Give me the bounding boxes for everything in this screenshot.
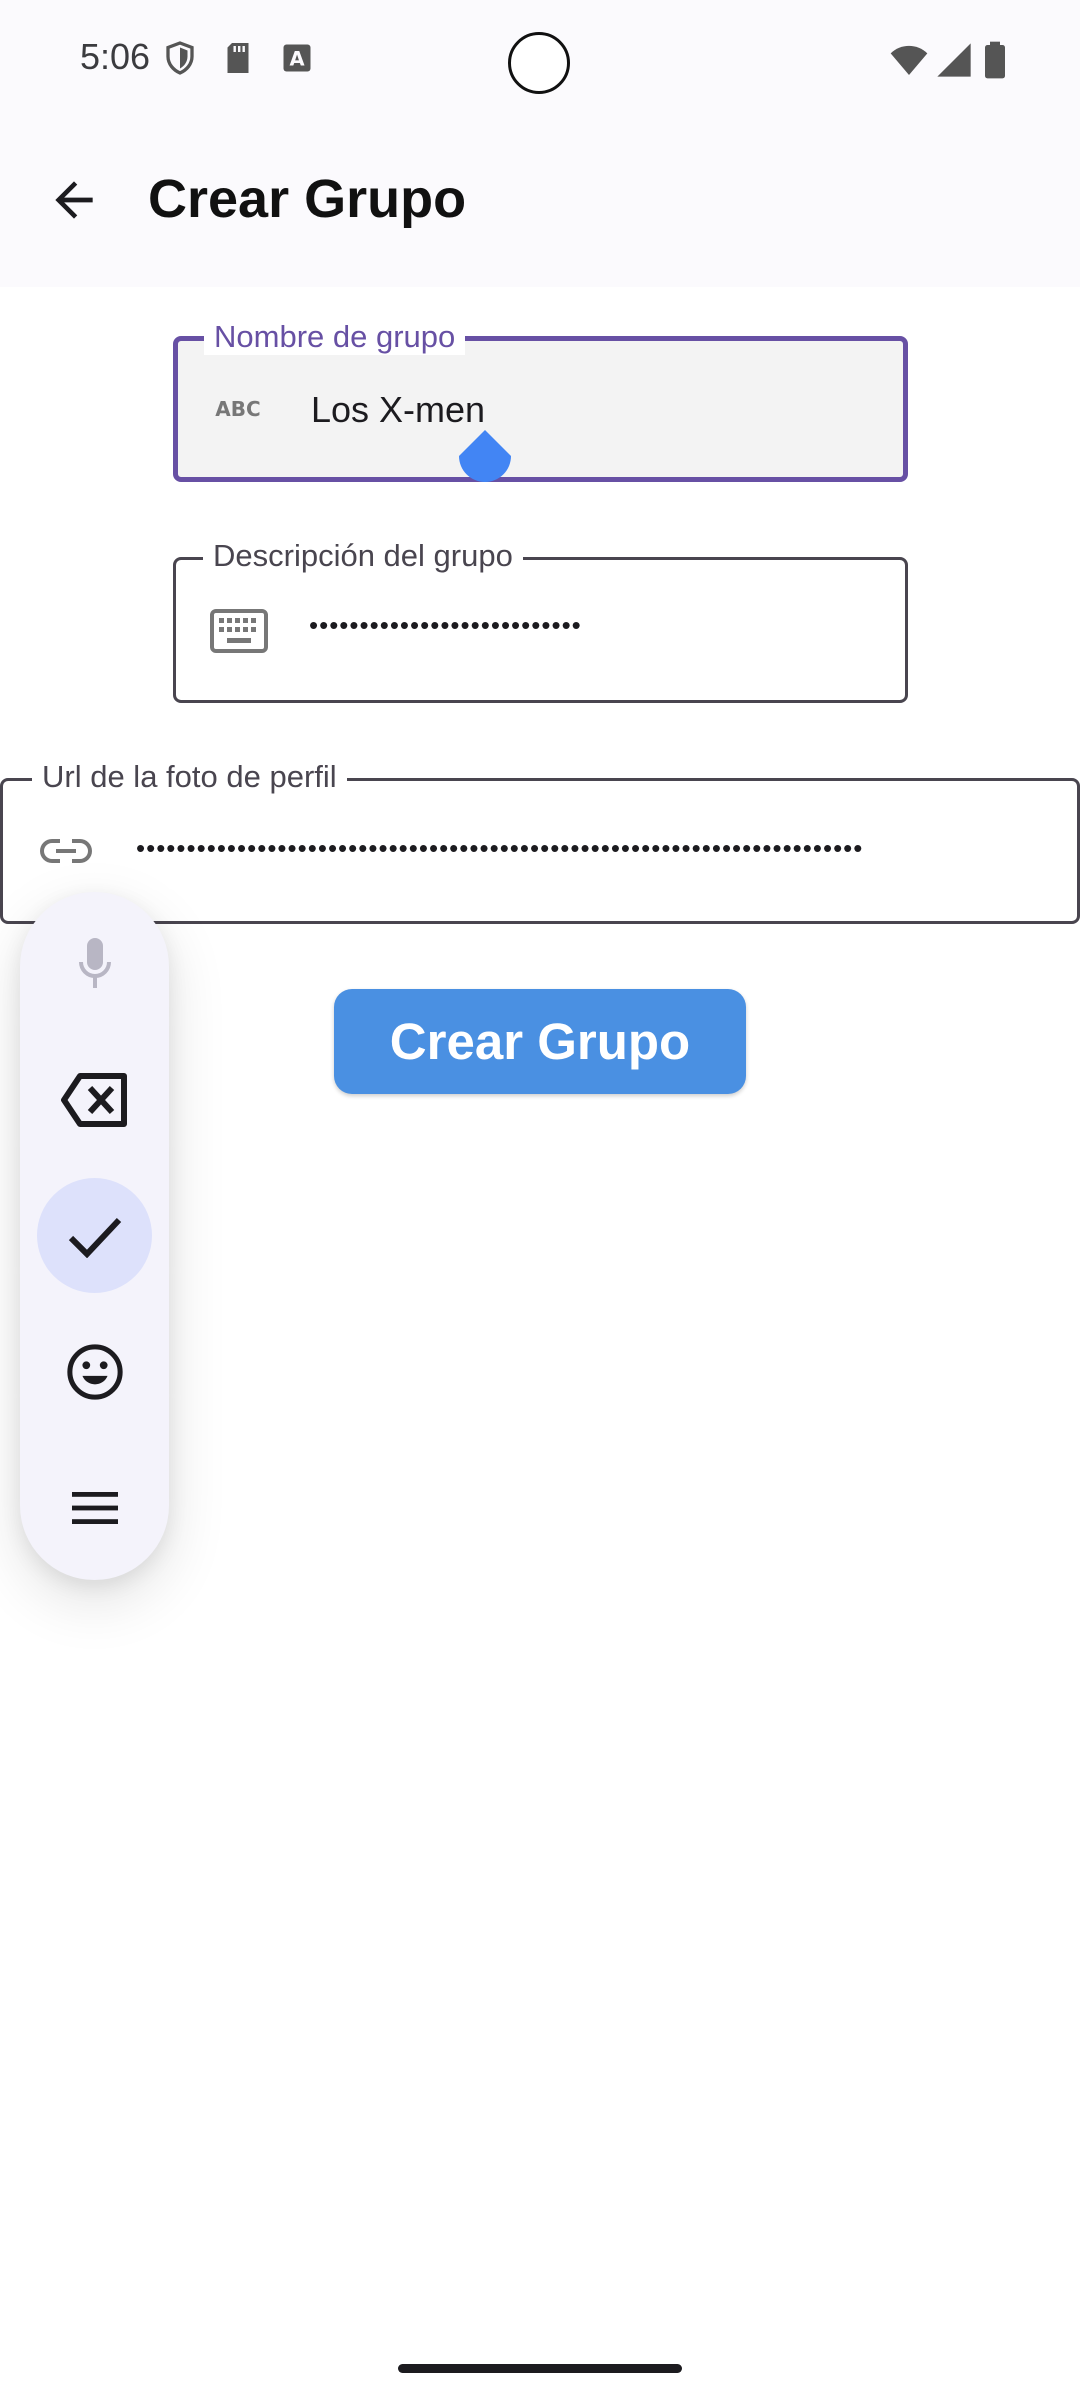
link-icon: [40, 839, 92, 863]
group-name-field[interactable]: Nombre de grupo ABC: [173, 319, 908, 482]
group-name-input[interactable]: [311, 389, 871, 431]
abc-icon: ABC: [215, 397, 260, 421]
keyboard-a-icon: A: [283, 44, 311, 72]
camera-cutout: [508, 32, 570, 94]
signal-icon: [937, 43, 971, 77]
create-group-button[interactable]: Crear Grupo: [334, 989, 746, 1094]
keyboard-toolbar: [20, 892, 169, 1580]
emoji-icon: [66, 1343, 123, 1400]
page-title: Crear Grupo: [148, 169, 467, 229]
group-description-label: Descripción del grupo: [203, 538, 523, 574]
group-name-label: Nombre de grupo: [204, 319, 466, 355]
shield-icon: [166, 41, 194, 75]
svg-text:A: A: [289, 48, 304, 71]
svg-text:ABC: ABC: [215, 397, 260, 421]
microphone-icon: [78, 937, 111, 988]
status-bar: 5:06 A: [0, 0, 1080, 120]
app-bar: 5:06 A Crear Grupo: [0, 0, 1080, 287]
status-time: 5:06: [80, 36, 151, 77]
backspace-button[interactable]: [37, 1042, 152, 1157]
emoji-button[interactable]: [37, 1314, 152, 1429]
check-icon: [68, 1217, 121, 1258]
keyboard-icon: [210, 609, 268, 653]
wifi-icon: [890, 45, 928, 75]
voice-input-button[interactable]: [37, 906, 152, 1021]
done-button[interactable]: [37, 1178, 152, 1293]
group-description-value: •••••••••••••••••••••••••••: [309, 610, 582, 640]
profile-photo-url-field[interactable]: Url de la foto de perfil •••••••••••••••…: [0, 759, 1080, 924]
group-description-field[interactable]: Descripción del grupo ••••••••••••••••••…: [173, 538, 908, 703]
text-cursor-handle[interactable]: [455, 430, 515, 496]
sd-card-icon: [227, 43, 249, 73]
profile-photo-url-label: Url de la foto de perfil: [32, 759, 347, 795]
arrow-back-icon[interactable]: [46, 172, 102, 228]
backspace-icon: [60, 1072, 127, 1127]
menu-icon: [71, 1491, 118, 1524]
gesture-nav-bar[interactable]: [398, 2364, 682, 2373]
profile-photo-url-value: ••••••••••••••••••••••••••••••••••••••••…: [136, 833, 864, 863]
more-options-button[interactable]: [37, 1450, 152, 1565]
battery-icon: [985, 41, 1005, 79]
